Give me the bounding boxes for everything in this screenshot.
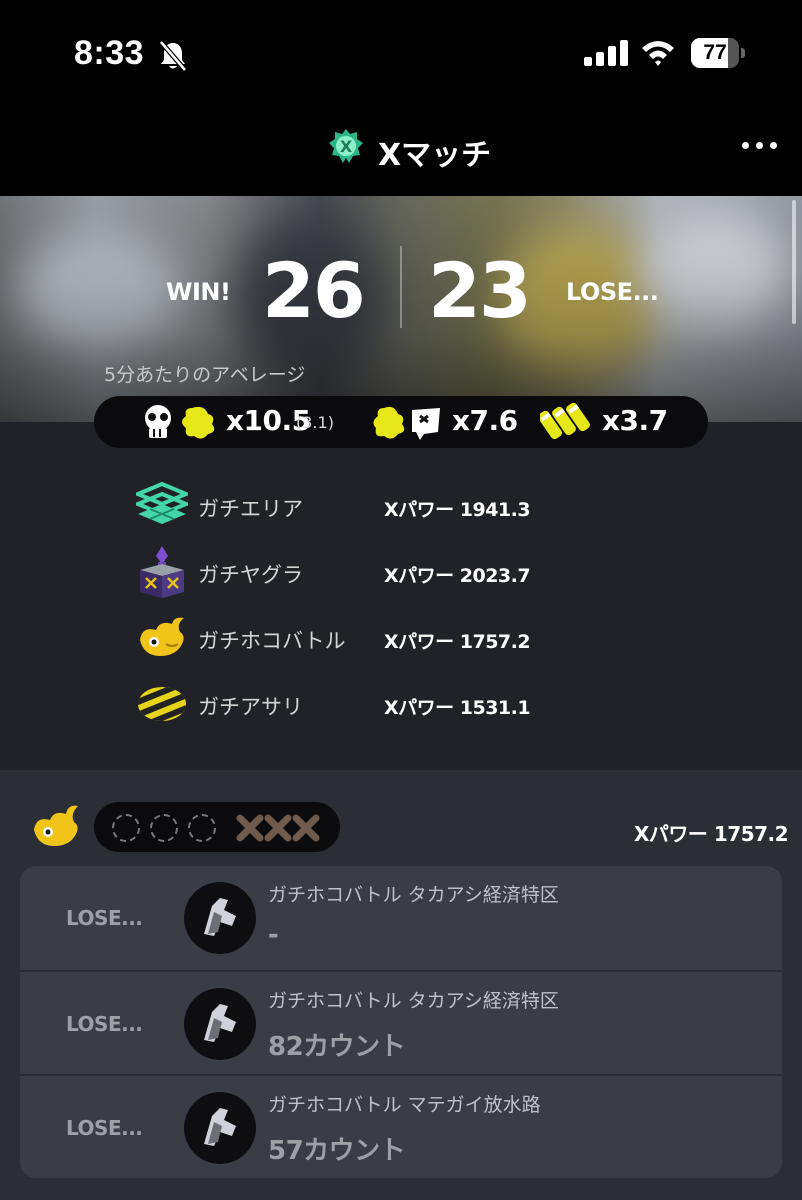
battle-result: LOSE... [66,906,143,930]
loss-mark-icon [236,814,264,842]
svg-text:X: X [340,137,353,156]
status-time: 8:33 [74,34,145,72]
special-average: x3.7 [602,404,668,437]
more-dot [770,142,777,149]
mode-name: ガチエリア [198,497,303,521]
page-title: Xマッチ [378,138,492,173]
battery-icon: 77 [691,38,739,68]
weapon-icon [184,988,256,1060]
mode-x-power: Xパワー 1757.2 [384,631,531,653]
loss-mark-icon [264,814,292,842]
battle-count: - [268,920,279,950]
nav-bar: X Xマッチ [0,108,802,196]
special-icon [540,402,590,440]
more-dot [756,142,763,149]
rainmaker-icon [34,805,78,846]
win-count: 26 [262,246,366,335]
loss-mark-icon [292,814,320,842]
kill-icon [145,405,215,439]
battle-result: LOSE... [66,1012,143,1036]
weapon-icon [184,1092,256,1164]
x-match-icon: X [329,129,363,163]
mode-name: ガチホコバトル [198,629,346,653]
mode-name: ガチヤグラ [198,563,303,587]
more-horizontal-icon [742,142,749,149]
more-options-button[interactable] [740,132,780,156]
battery-tip [741,48,745,58]
lose-count: 23 [428,246,532,335]
battery-percent: 77 [703,41,727,64]
series-x-power: Xパワー 1757.2 [634,822,789,846]
battle-row[interactable]: LOSE... ガチホコバトル マテガイ放水路 57カウント [20,1074,782,1178]
battle-stage: ガチホコバトル タカアシ経済特区 [268,884,559,906]
win-slot-empty [112,814,140,842]
battle-count: 82カウント [268,1032,406,1062]
assist-average: (3.1) [296,413,334,432]
tower-control-icon [140,546,184,598]
win-slot-empty [188,814,216,842]
death-average: x7.6 [452,404,518,437]
mode-x-power: Xパワー 1531.1 [384,697,531,719]
battle-stage: ガチホコバトル タカアシ経済特区 [268,990,559,1012]
mode-x-power: Xパワー 2023.7 [384,565,531,587]
battle-stage: ガチホコバトル マテガイ放水路 [268,1094,541,1116]
win-label: WIN! [166,278,231,306]
win-slot-empty [150,814,178,842]
battle-result: LOSE... [66,1116,143,1140]
bell-slash-icon [159,40,187,72]
scrollbar[interactable] [792,200,796,324]
signal-icon [584,40,628,66]
battle-row[interactable]: LOSE... ガチホコバトル タカアシ経済特区 82カウント [20,970,782,1074]
battery-indicator: 77 [691,38,745,68]
battle-row[interactable]: LOSE... ガチホコバトル タカアシ経済特区 - [20,866,782,970]
average-label: 5分あたりのアベレージ [104,364,306,386]
battle-list: LOSE... ガチホコバトル タカアシ経済特区 - LOSE... ガチホコバ… [20,866,782,1178]
mode-x-power: Xパワー 1941.3 [384,499,531,521]
weapon-icon [184,882,256,954]
wifi-icon [642,41,674,66]
score-divider [400,246,402,328]
clam-blitz-icon [138,687,186,721]
splat-zones-icon [136,482,188,524]
death-icon [373,406,440,440]
mode-name: ガチアサリ [198,695,303,719]
lose-label: LOSE... [566,278,659,306]
rainmaker-icon [140,617,184,656]
status-bar: 8:33 77 [0,0,802,108]
battle-count: 57カウント [268,1136,406,1166]
